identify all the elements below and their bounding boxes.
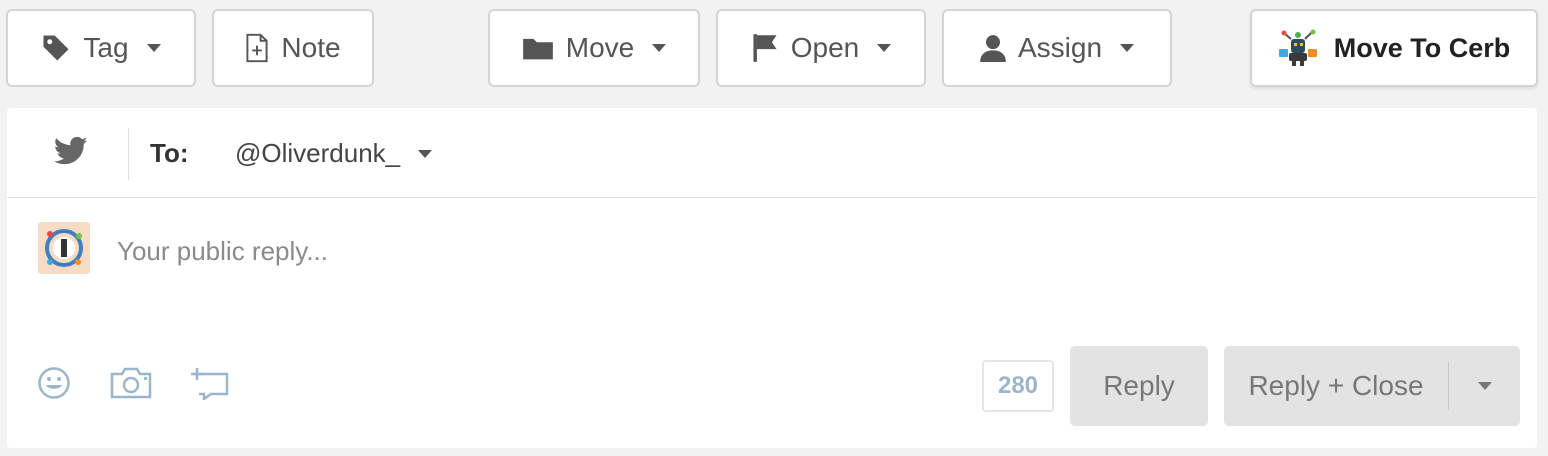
note-icon bbox=[245, 33, 269, 63]
reply-button[interactable]: Reply bbox=[1070, 346, 1208, 426]
twitter-icon bbox=[53, 136, 88, 171]
chevron-down-icon bbox=[1477, 382, 1492, 390]
recipient-row: To: @Oliverdunk_ bbox=[7, 108, 1537, 198]
reply-options-dropdown[interactable] bbox=[1449, 382, 1520, 390]
chevron-down-icon bbox=[877, 44, 892, 52]
reply-compose-panel: To: @Oliverdunk_ 280 Reply Reply + Close bbox=[7, 108, 1537, 448]
ticket-toolbar: Tag Note Move Open Assign Move To Cerb bbox=[0, 0, 1548, 100]
emoji-icon[interactable] bbox=[37, 366, 71, 405]
chevron-down-icon bbox=[146, 44, 161, 52]
chevron-down-icon bbox=[1120, 44, 1135, 52]
move-button[interactable]: Move bbox=[488, 9, 700, 87]
user-icon bbox=[980, 34, 1006, 62]
assign-button-label: Assign bbox=[1017, 32, 1103, 63]
character-count: 280 bbox=[982, 360, 1054, 412]
assign-button[interactable]: Assign bbox=[942, 9, 1172, 87]
move-button-label: Move bbox=[565, 32, 635, 63]
tag-icon bbox=[41, 33, 71, 63]
folder-icon bbox=[522, 35, 554, 61]
to-label: To: bbox=[150, 138, 189, 168]
flag-icon bbox=[751, 33, 779, 63]
move-to-cerb-label: Move To Cerb bbox=[1333, 32, 1511, 63]
camera-icon[interactable] bbox=[109, 366, 153, 405]
status-open-label: Open bbox=[790, 32, 860, 63]
recipient-select[interactable]: @Oliverdunk_ bbox=[235, 138, 433, 169]
note-button[interactable]: Note bbox=[212, 9, 374, 87]
recipient-value: @Oliverdunk_ bbox=[235, 138, 401, 168]
status-open-button[interactable]: Open bbox=[716, 9, 926, 87]
avatar bbox=[38, 222, 90, 274]
note-button-label: Note bbox=[281, 32, 341, 63]
move-to-cerb-button[interactable]: Move To Cerb bbox=[1250, 9, 1538, 87]
chevron-down-icon bbox=[652, 44, 667, 52]
chevron-down-icon bbox=[418, 149, 433, 158]
reply-input[interactable] bbox=[117, 226, 1497, 276]
divider bbox=[128, 128, 129, 180]
tag-button-label: Tag bbox=[83, 32, 129, 63]
reply-close-label: Reply + Close bbox=[1248, 370, 1424, 401]
cerb-robot-icon bbox=[1278, 29, 1318, 67]
attach-media-icon[interactable] bbox=[191, 366, 231, 405]
reply-close-button[interactable]: Reply + Close bbox=[1224, 346, 1520, 426]
tag-button[interactable]: Tag bbox=[6, 9, 196, 87]
